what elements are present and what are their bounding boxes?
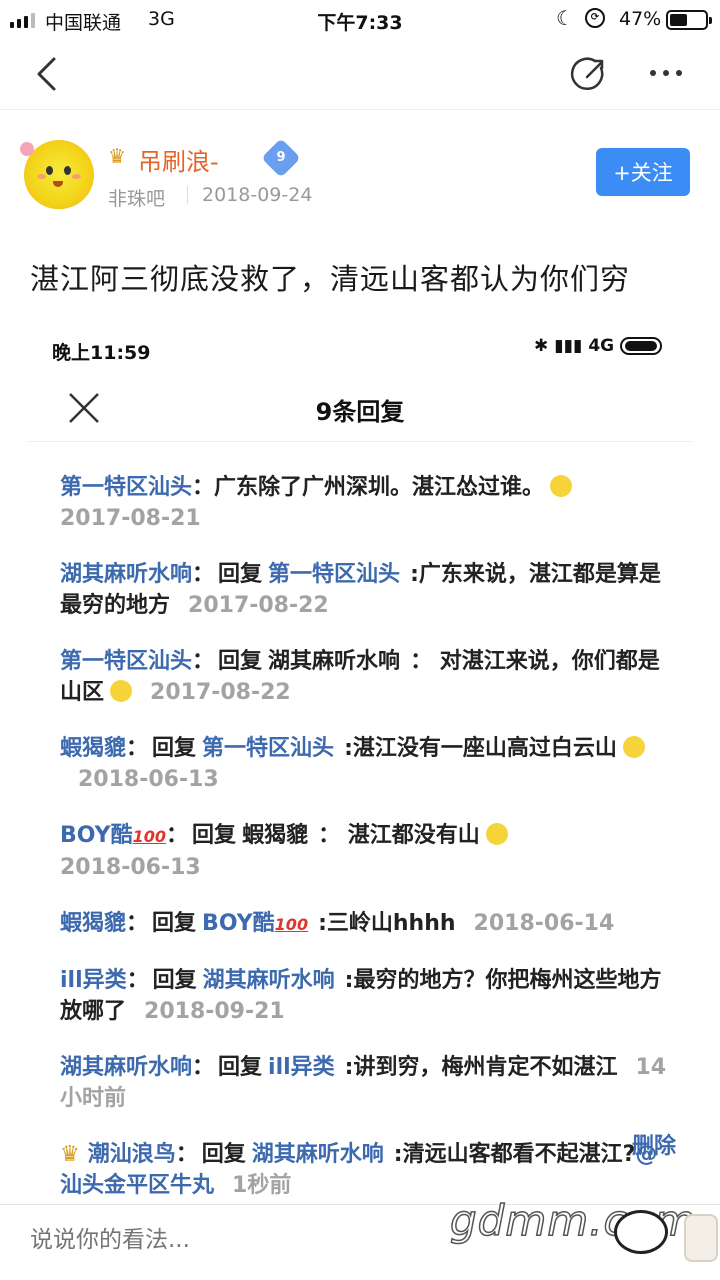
status-bar: 中国联通 3G 下午7:33 ☾ ⟳ 47% (0, 0, 720, 40)
hundred-badge: 100 (274, 915, 309, 934)
reply-item: 第一特区汕头：广东除了广州深圳。湛江怂过谁。 2017-08-21 (60, 472, 670, 534)
comment-input[interactable] (30, 1227, 330, 1253)
follow-button[interactable]: +关注 (596, 148, 690, 196)
divider (187, 186, 188, 204)
nav-bar (0, 40, 720, 110)
reply-item: 湖其麻听水响： 回复 第一特区汕头:广东来说，湛江都是算是最穷的地方 2017-08-… (60, 562, 661, 618)
delete-link: 删除 (631, 1134, 676, 1159)
embedded-status-bar: 晚上11:59 ✱ ▮▮▮ 4G (28, 320, 692, 376)
battery-percent: 47% (619, 8, 662, 30)
reply-item: 第一特区汕头： 回复 湖其麻听水响： 对湛江来说，你们都是山区 2017-08-22 (60, 649, 660, 705)
smile-emoji-icon (550, 475, 573, 497)
post-date: 2018-09-24 (202, 184, 313, 206)
avatar[interactable] (20, 140, 94, 210)
battery-icon (620, 337, 663, 355)
shy-emoji-icon (485, 823, 508, 845)
author-name[interactable]: 吊刷浪- (138, 142, 219, 177)
smile-emoji-icon (622, 736, 645, 758)
post-author-row: ♛ 吊刷浪- 9 非珠吧 2018-09-24 +关注 (20, 136, 704, 216)
rotation-lock-icon: ⟳ (585, 8, 605, 28)
reply-item: BOY酷100： 回复 蝦猲貔： 湛江都没有山 2018-06-13 (60, 820, 670, 883)
panda-logo-icon (614, 1210, 668, 1254)
status-time: 下午7:33 (317, 12, 403, 34)
share-icon[interactable] (570, 54, 610, 94)
reply-list: 第一特区汕头：广东除了广州深圳。湛江怂过谁。 2017-08-21 湖其麻听水响… (60, 472, 676, 1200)
battery-icon (666, 10, 712, 30)
post-title: 湛江阿三彻底没救了，清远山客都认为你们穷 (30, 262, 631, 296)
reply-item: 蝦猲貔： 回复 BOY酷100:三岭山hhhh 2018-06-14 (60, 911, 615, 936)
crown-icon: ♛ (108, 144, 126, 168)
reply-item: ♛ 潮汕浪鸟： 回复 湖其麻听水响:清远山客都看不起湛江?@汕头金平区牛丸 1秒前 删除 (60, 1134, 676, 1200)
signal-icon: ▮▮▮ (554, 336, 583, 356)
level-badge: 9 (261, 138, 301, 178)
hundred-badge: 100 (132, 827, 167, 846)
reply-item: 湖其麻听水响： 回复 ill异类:讲到穷，梅州肯定不如湛江 14小时前 (60, 1055, 667, 1111)
embedded-screenshot: 晚上11:59 ✱ ▮▮▮ 4G 9条回复 第一特区汕头：广东除了广州深圳。湛江… (28, 320, 692, 1200)
embedded-title: 9条回复 (315, 398, 405, 426)
smile-emoji-icon (110, 680, 133, 702)
crown-icon: ♛ (60, 1142, 80, 1167)
more-dots-icon[interactable] (650, 70, 682, 76)
reply-item: 蝦猲貔： 回复 第一特区汕头:湛江没有一座山高过白云山2018-06-13 (60, 733, 670, 795)
chevron-left-icon[interactable] (30, 56, 66, 92)
bluetooth-icon: ✱ (534, 336, 549, 356)
moon-icon: ☾ (556, 6, 574, 30)
embedded-status-time: 晚上11:59 (52, 342, 151, 364)
sticker-icon[interactable] (684, 1214, 718, 1262)
embedded-header: 9条回复 (28, 376, 692, 442)
forum-name[interactable]: 非珠吧 (108, 184, 165, 211)
reply-item: ill异类： 回复 湖其麻听水响:最穷的地方？你把梅州这些地方放哪了 2018-09-… (60, 968, 662, 1024)
embedded-network: 4G (588, 336, 615, 356)
